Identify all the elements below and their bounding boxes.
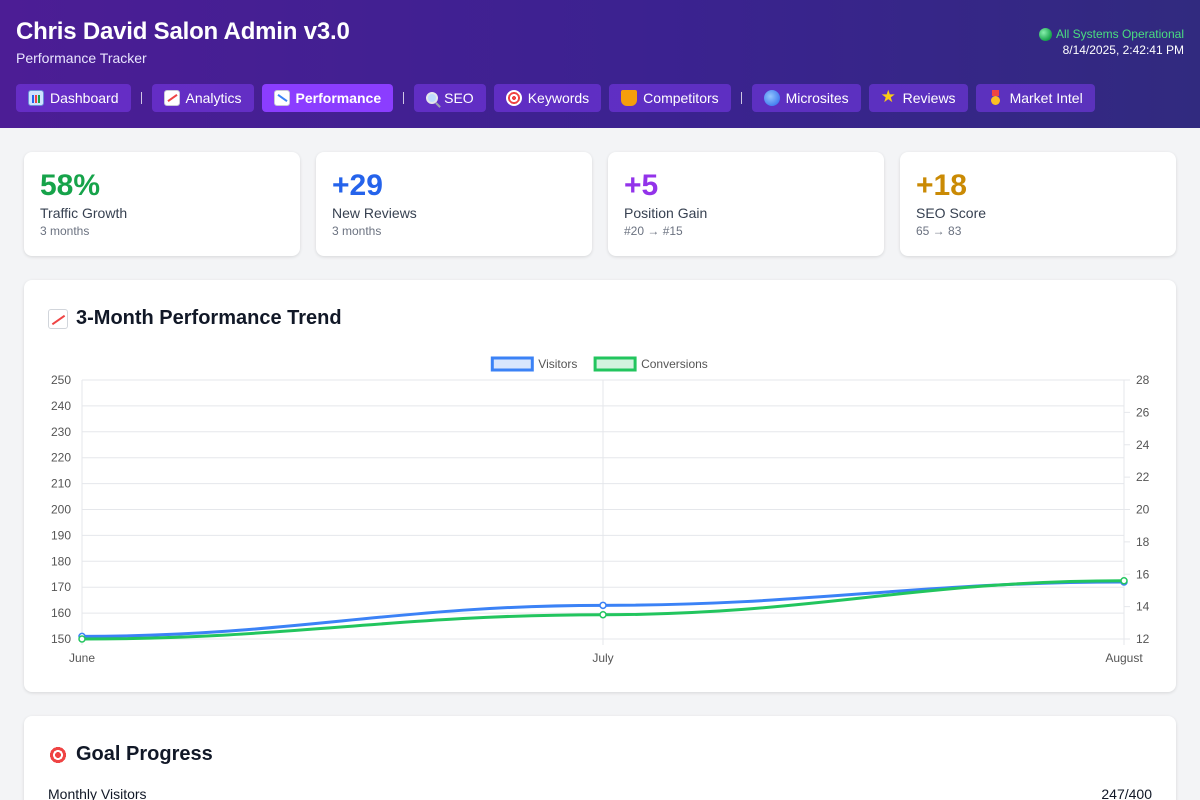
performance-trend-card: 3-Month Performance Trend 150 160 170 180 19…: [24, 280, 1176, 692]
stat-card-new-reviews: +29 New Reviews 3 months: [316, 152, 592, 256]
chart-decreasing-icon: [273, 90, 290, 106]
data-point-visitors: [599, 601, 607, 610]
main-nav: Dashboard Analytics Performance SEO Keyw…: [16, 84, 1095, 112]
y-right-tick-label: 26: [1136, 405, 1150, 419]
performance-trend-chart: 150 160 170 180 190 200 210 220 230 240 250 12 14 16 1…: [51, 356, 1150, 665]
x-tick-label: August: [1105, 651, 1143, 665]
legend-swatch: [593, 356, 637, 372]
nav-competitors[interactable]: Competitors: [609, 84, 731, 112]
goal-value: 247/400: [1101, 786, 1152, 800]
status-dot-icon: [1038, 27, 1052, 41]
nav-reviews[interactable]: Reviews: [868, 84, 968, 112]
nav-competitors-label: Competitors: [643, 90, 719, 106]
nav-keywords-label: Keywords: [527, 90, 590, 106]
y-right-tick-label: 22: [1136, 470, 1150, 484]
status-text: All Systems Operational: [1055, 27, 1184, 41]
nav-seo[interactable]: SEO: [414, 84, 486, 112]
app-header: Chris David Salon Admin v3.0 Performance…: [0, 0, 1200, 128]
star-icon: [881, 87, 897, 107]
stat-card-position-gain: +5 Position Gain #20 → #15: [608, 152, 884, 256]
nav-reviews-label: Reviews: [902, 90, 956, 106]
legend-label: Conversions: [641, 357, 708, 371]
y-left-tick-label: 180: [51, 554, 71, 568]
nav-seo-label: SEO: [444, 90, 474, 106]
legend-swatch: [490, 356, 534, 372]
goal-row-monthly-visitors: Monthly Visitors 247/400: [48, 786, 1152, 800]
nav-market-intel-label: Market Intel: [1009, 90, 1083, 106]
stat-subtext: 65 → 83: [916, 224, 962, 238]
nav-analytics-label: Analytics: [185, 90, 242, 106]
nav-separator: [740, 92, 742, 104]
nav-market-intel[interactable]: Market Intel: [975, 84, 1095, 112]
magnifier-icon: [426, 92, 439, 104]
globe-icon: [763, 90, 780, 106]
nav-separator: [403, 92, 405, 104]
app-title: Chris David Salon Admin v3.0: [16, 18, 350, 45]
data-point-conversions: [599, 610, 607, 619]
target-icon: [505, 90, 522, 106]
nav-microsites[interactable]: Microsites: [751, 84, 861, 112]
x-tick-label: July: [592, 651, 613, 665]
y-right-tick-label: 24: [1136, 438, 1150, 452]
system-status: All Systems Operational 8/14/2025, 2:42:…: [1038, 26, 1184, 58]
nav-performance-label: Performance: [295, 90, 382, 106]
stat-subtext: 3 months: [40, 224, 90, 238]
y-left-tick-label: 150: [51, 632, 71, 646]
stat-value: +5: [624, 169, 659, 202]
nav-dashboard[interactable]: Dashboard: [16, 84, 131, 112]
stats-row: 58% Traffic Growth 3 months +29 New Revi…: [24, 152, 1176, 256]
app-subtitle: Performance Tracker: [16, 50, 147, 66]
stat-value: +29: [332, 169, 383, 202]
data-point-conversions: [1120, 576, 1128, 585]
trophy-icon: [621, 90, 638, 106]
y-right-tick-label: 12: [1136, 632, 1150, 646]
y-left-tick-label: 190: [51, 528, 71, 542]
stat-subtext: 3 months: [332, 224, 382, 238]
x-tick-label: June: [69, 651, 95, 665]
y-left-tick-label: 250: [51, 373, 71, 387]
y-left-tick-label: 240: [51, 399, 71, 413]
target-icon: [48, 744, 68, 765]
stat-label: SEO Score: [916, 205, 987, 221]
stat-card-seo-score: +18 SEO Score 65 → 83: [900, 152, 1176, 256]
y-right-tick-label: 28: [1136, 373, 1150, 387]
nav-dashboard-label: Dashboard: [50, 90, 119, 106]
stat-label: Traffic Growth: [40, 205, 128, 221]
goal-label: Monthly Visitors: [48, 786, 147, 800]
y-left-tick-label: 170: [51, 580, 71, 594]
nav-keywords[interactable]: Keywords: [493, 84, 602, 112]
goal-section-title-text: Goal Progress: [76, 743, 213, 765]
stat-label: Position Gain: [624, 205, 708, 221]
y-left-tick-label: 230: [51, 425, 71, 439]
data-point-conversions: [78, 635, 86, 643]
y-left-tick-label: 210: [51, 477, 71, 491]
goal-section-title: Goal Progress: [48, 743, 213, 766]
y-right-tick-label: 18: [1136, 535, 1150, 549]
chart-increasing-icon: [163, 90, 180, 106]
y-left-tick-label: 200: [51, 503, 71, 517]
nav-microsites-label: Microsites: [785, 90, 849, 106]
goal-progress-card: Goal Progress Monthly Visitors 247/400: [24, 716, 1176, 800]
stat-card-traffic-growth: 58% Traffic Growth 3 months: [24, 152, 300, 256]
stat-subtext: #20 → #15: [624, 224, 683, 238]
medal-icon: [988, 90, 1004, 106]
nav-separator: [140, 92, 142, 104]
nav-performance[interactable]: Performance: [261, 84, 394, 112]
bar-chart-icon: [28, 90, 44, 106]
y-right-tick-label: 20: [1136, 503, 1150, 517]
stat-label: New Reviews: [332, 205, 417, 221]
stat-value: +18: [916, 169, 967, 202]
nav-analytics[interactable]: Analytics: [151, 84, 254, 112]
y-right-tick-label: 16: [1136, 567, 1150, 581]
stat-value: 58%: [40, 169, 101, 202]
y-left-tick-label: 220: [51, 451, 71, 465]
status-datetime: 8/14/2025, 2:42:41 PM: [1062, 43, 1184, 57]
y-left-tick-label: 160: [51, 606, 71, 620]
y-right-tick-label: 14: [1136, 600, 1150, 614]
legend-label: Visitors: [538, 357, 577, 371]
